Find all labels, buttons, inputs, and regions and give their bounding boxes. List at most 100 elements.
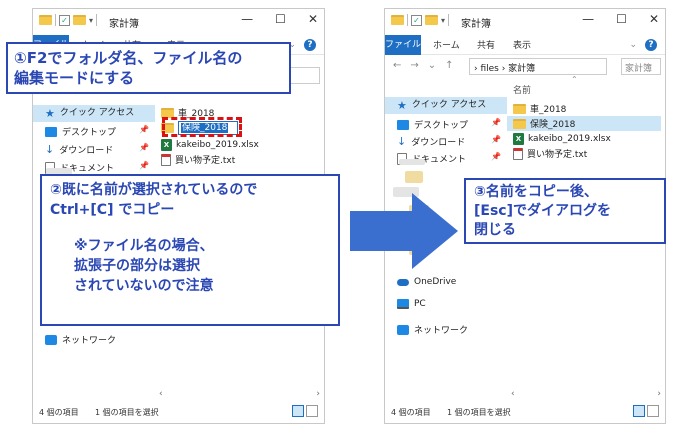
- selection-count: 1 個の項目を選択: [95, 408, 159, 417]
- star-icon: ★: [45, 106, 55, 120]
- minimize-button[interactable]: —: [241, 12, 253, 26]
- nav-desktop[interactable]: デスクトップ: [45, 125, 116, 138]
- arrow-right-icon: [350, 193, 458, 269]
- pin-icon: 📌: [139, 143, 149, 152]
- tab-home[interactable]: ホーム: [433, 38, 460, 51]
- back-icon[interactable]: ←: [393, 60, 401, 71]
- separator: [448, 14, 450, 26]
- properties-icon[interactable]: ✓: [59, 14, 70, 26]
- quick-access-toolbar: ✓ ▾: [391, 14, 450, 26]
- star-icon: ★: [397, 98, 407, 112]
- scroll-left-icon[interactable]: ‹: [159, 389, 163, 399]
- folder-icon: [391, 15, 404, 25]
- nav-pc[interactable]: PC: [397, 299, 426, 309]
- callout-text: ②既に名前が選択されているので Ctrl+[C] でコピー: [50, 182, 258, 218]
- file-row[interactable]: 車_2018: [513, 101, 566, 116]
- nav-label: OneDrive: [414, 277, 457, 287]
- file-row-selected[interactable]: 保険_2018: [507, 116, 661, 131]
- text-file-icon: [161, 153, 171, 166]
- nav-onedrive[interactable]: OneDrive: [397, 277, 456, 287]
- scroll-right-icon[interactable]: ›: [316, 389, 320, 399]
- nav-label: デスクトップ: [62, 128, 117, 138]
- blurred-item: [399, 159, 425, 165]
- horizontal-scrollbar[interactable]: ‹ ›: [155, 389, 324, 399]
- history-icon[interactable]: ⌄: [428, 60, 436, 71]
- nav-network[interactable]: ネットワーク: [45, 333, 116, 346]
- folder-icon: [513, 103, 526, 114]
- maximize-button[interactable]: ☐: [275, 12, 286, 26]
- column-header-name[interactable]: 名前: [513, 83, 531, 96]
- close-button[interactable]: ✕: [308, 12, 318, 26]
- file-row[interactable]: X kakeibo_2019.xlsx: [161, 137, 259, 152]
- window-controls: — ☐ ✕: [241, 12, 318, 26]
- text-file-icon: [513, 147, 523, 160]
- up-icon[interactable]: ↑: [445, 60, 453, 71]
- nav-label: ネットワーク: [62, 336, 117, 346]
- minimize-button[interactable]: —: [582, 12, 594, 26]
- nav-quick-access[interactable]: ★ クイック アクセス: [33, 105, 155, 122]
- callout-step-1: ①F2でフォルダ名、ファイル名の 編集モードにする: [6, 42, 291, 94]
- large-icons-view-icon[interactable]: [647, 405, 659, 417]
- file-name: 買い物予定.txt: [527, 150, 588, 160]
- dropdown-icon[interactable]: ▾: [89, 16, 93, 25]
- nav-label: クイック アクセス: [411, 100, 487, 110]
- file-name: 買い物予定.txt: [175, 156, 236, 166]
- file-row[interactable]: 買い物予定.txt: [161, 152, 235, 167]
- details-view-icon[interactable]: [292, 405, 304, 417]
- file-row[interactable]: X kakeibo_2019.xlsx: [513, 131, 611, 146]
- nav-network[interactable]: ネットワーク: [397, 323, 468, 336]
- tab-share[interactable]: 共有: [477, 38, 495, 51]
- folder-icon: [161, 107, 174, 118]
- folder-icon: [513, 118, 526, 129]
- quick-access-toolbar: ✓ ▾: [39, 14, 98, 26]
- network-icon: [45, 334, 57, 345]
- status-bar: 4 個の項目 1 個の項目を選択: [33, 401, 324, 423]
- separator: [55, 14, 56, 26]
- address-bar[interactable]: › files › 家計簿: [469, 58, 607, 75]
- callout-note: ※ファイル名の場合、 拡張子の部分は選択 されていないので注意: [74, 238, 214, 294]
- help-icon[interactable]: ?: [304, 39, 316, 51]
- close-button[interactable]: ✕: [649, 12, 659, 26]
- dropdown-icon[interactable]: ▾: [441, 16, 445, 25]
- new-folder-icon[interactable]: [425, 15, 438, 25]
- tab-view[interactable]: 表示: [513, 38, 531, 51]
- status-bar: 4 個の項目 1 個の項目を選択: [385, 401, 665, 423]
- large-icons-view-icon[interactable]: [306, 405, 318, 417]
- tab-file[interactable]: ファイル: [385, 35, 421, 55]
- title-bar: ✓ ▾ 家計簿 — ☐ ✕: [385, 9, 665, 35]
- scroll-left-icon[interactable]: ‹: [511, 389, 515, 399]
- horizontal-scrollbar[interactable]: ‹ ›: [507, 389, 665, 399]
- nav-downloads[interactable]: ↓ ダウンロード: [397, 135, 465, 149]
- excel-icon: X: [513, 132, 524, 145]
- network-icon: [397, 324, 409, 335]
- view-buttons: [292, 405, 318, 417]
- address-bar-row: ← → ⌄ ↑ › files › 家計簿 家計簿: [385, 56, 665, 78]
- file-name: kakeibo_2019.xlsx: [176, 139, 259, 150]
- view-buttons: [633, 405, 659, 417]
- maximize-button[interactable]: ☐: [616, 12, 627, 26]
- details-view-icon[interactable]: [633, 405, 645, 417]
- nav-quick-access[interactable]: ★ クイック アクセス: [385, 97, 507, 114]
- nav-desktop[interactable]: デスクトップ: [397, 118, 468, 131]
- nav-downloads[interactable]: ↓ ダウンロード: [45, 142, 113, 157]
- new-folder-icon[interactable]: [73, 15, 86, 25]
- search-input[interactable]: 家計簿: [621, 58, 661, 75]
- separator: [96, 14, 98, 26]
- item-count: 4 個の項目: [39, 408, 79, 417]
- file-row[interactable]: 買い物予定.txt: [513, 146, 587, 161]
- separator: [407, 14, 408, 26]
- cloud-icon: [397, 278, 409, 286]
- callout-text: ③名前をコピー後、 [Esc]でダイアログを 閉じる: [474, 184, 611, 238]
- scroll-right-icon[interactable]: ›: [657, 389, 661, 399]
- forward-icon[interactable]: →: [410, 60, 418, 71]
- download-icon: ↓: [45, 142, 55, 156]
- nav-arrows: ← → ⌄ ↑: [393, 60, 454, 71]
- address-path: › files › 家計簿: [474, 64, 536, 74]
- properties-icon[interactable]: ✓: [411, 14, 422, 26]
- expand-ribbon-icon[interactable]: ⌄: [629, 40, 637, 50]
- search-placeholder: 家計簿: [625, 64, 653, 74]
- help-icon[interactable]: ?: [645, 39, 657, 51]
- pin-icon: 📌: [139, 125, 149, 134]
- item-count: 4 個の項目: [391, 408, 431, 417]
- ribbon-right: ⌄ ?: [288, 39, 316, 51]
